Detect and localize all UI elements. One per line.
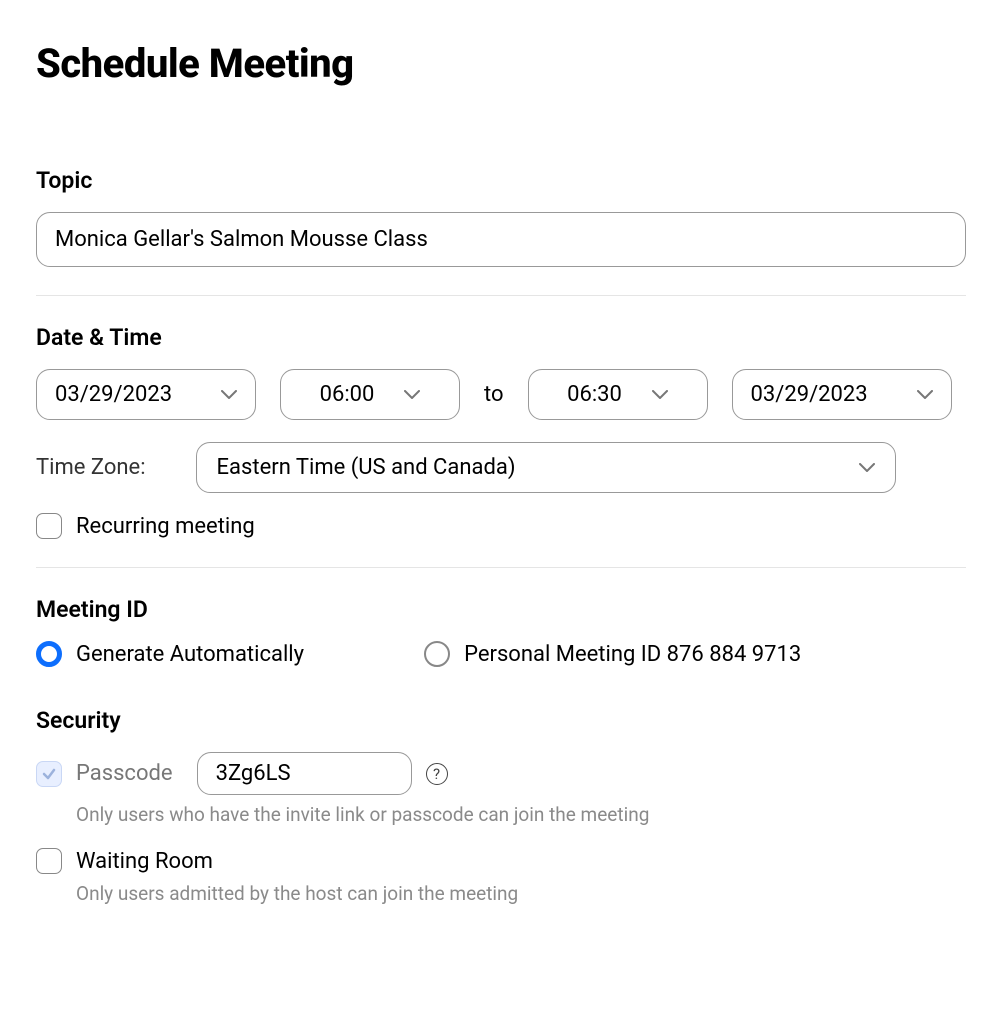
meeting-id-radio-row: Generate Automatically Personal Meeting … bbox=[36, 641, 969, 667]
help-icon[interactable]: ? bbox=[426, 763, 448, 785]
personal-id-option: Personal Meeting ID 876 884 9713 bbox=[424, 641, 801, 667]
generate-auto-label: Generate Automatically bbox=[76, 642, 304, 667]
waiting-room-checkbox[interactable] bbox=[36, 848, 62, 874]
datetime-row: 03/29/2023 06:00 to 06:30 03/29/2023 bbox=[36, 369, 969, 420]
check-icon bbox=[41, 766, 57, 782]
recurring-checkbox[interactable] bbox=[36, 513, 62, 539]
recurring-row: Recurring meeting bbox=[36, 513, 969, 539]
timezone-select[interactable]: Eastern Time (US and Canada) bbox=[196, 442, 896, 493]
passcode-row: Passcode ? bbox=[36, 752, 969, 795]
personal-id-label: Personal Meeting ID 876 884 9713 bbox=[464, 642, 801, 667]
timezone-row: Time Zone: Eastern Time (US and Canada) bbox=[36, 442, 969, 493]
personal-id-radio[interactable] bbox=[424, 641, 450, 667]
generate-auto-option: Generate Automatically bbox=[36, 641, 304, 667]
generate-auto-radio[interactable] bbox=[36, 641, 62, 667]
passcode-label: Passcode bbox=[76, 761, 173, 786]
chevron-down-icon bbox=[404, 390, 420, 400]
start-time-value: 06:00 bbox=[320, 382, 375, 407]
page-title: Schedule Meeting bbox=[36, 40, 969, 87]
start-time-select[interactable]: 06:00 bbox=[280, 369, 460, 420]
topic-input[interactable] bbox=[36, 212, 966, 267]
timezone-label: Time Zone: bbox=[36, 455, 146, 480]
start-date-select[interactable]: 03/29/2023 bbox=[36, 369, 256, 420]
waiting-room-label: Waiting Room bbox=[76, 849, 213, 874]
start-date-value: 03/29/2023 bbox=[55, 382, 172, 407]
security-label: Security bbox=[36, 707, 969, 734]
datetime-label: Date & Time bbox=[36, 324, 969, 351]
end-date-select[interactable]: 03/29/2023 bbox=[732, 369, 952, 420]
end-time-value: 06:30 bbox=[567, 382, 622, 407]
recurring-label: Recurring meeting bbox=[76, 514, 255, 539]
end-time-select[interactable]: 06:30 bbox=[528, 369, 708, 420]
divider bbox=[36, 567, 966, 568]
chevron-down-icon bbox=[221, 390, 237, 400]
meeting-id-label: Meeting ID bbox=[36, 596, 969, 623]
chevron-down-icon bbox=[652, 390, 668, 400]
passcode-input[interactable] bbox=[197, 752, 412, 795]
topic-label: Topic bbox=[36, 167, 969, 194]
divider bbox=[36, 295, 966, 296]
passcode-hint: Only users who have the invite link or p… bbox=[76, 803, 969, 826]
to-text: to bbox=[484, 382, 504, 407]
chevron-down-icon bbox=[859, 463, 875, 473]
waiting-room-hint: Only users admitted by the host can join… bbox=[76, 882, 969, 905]
end-date-value: 03/29/2023 bbox=[751, 382, 868, 407]
waiting-room-row: Waiting Room bbox=[36, 848, 969, 874]
timezone-value: Eastern Time (US and Canada) bbox=[217, 455, 516, 480]
chevron-down-icon bbox=[917, 390, 933, 400]
passcode-checkbox[interactable] bbox=[36, 761, 62, 787]
